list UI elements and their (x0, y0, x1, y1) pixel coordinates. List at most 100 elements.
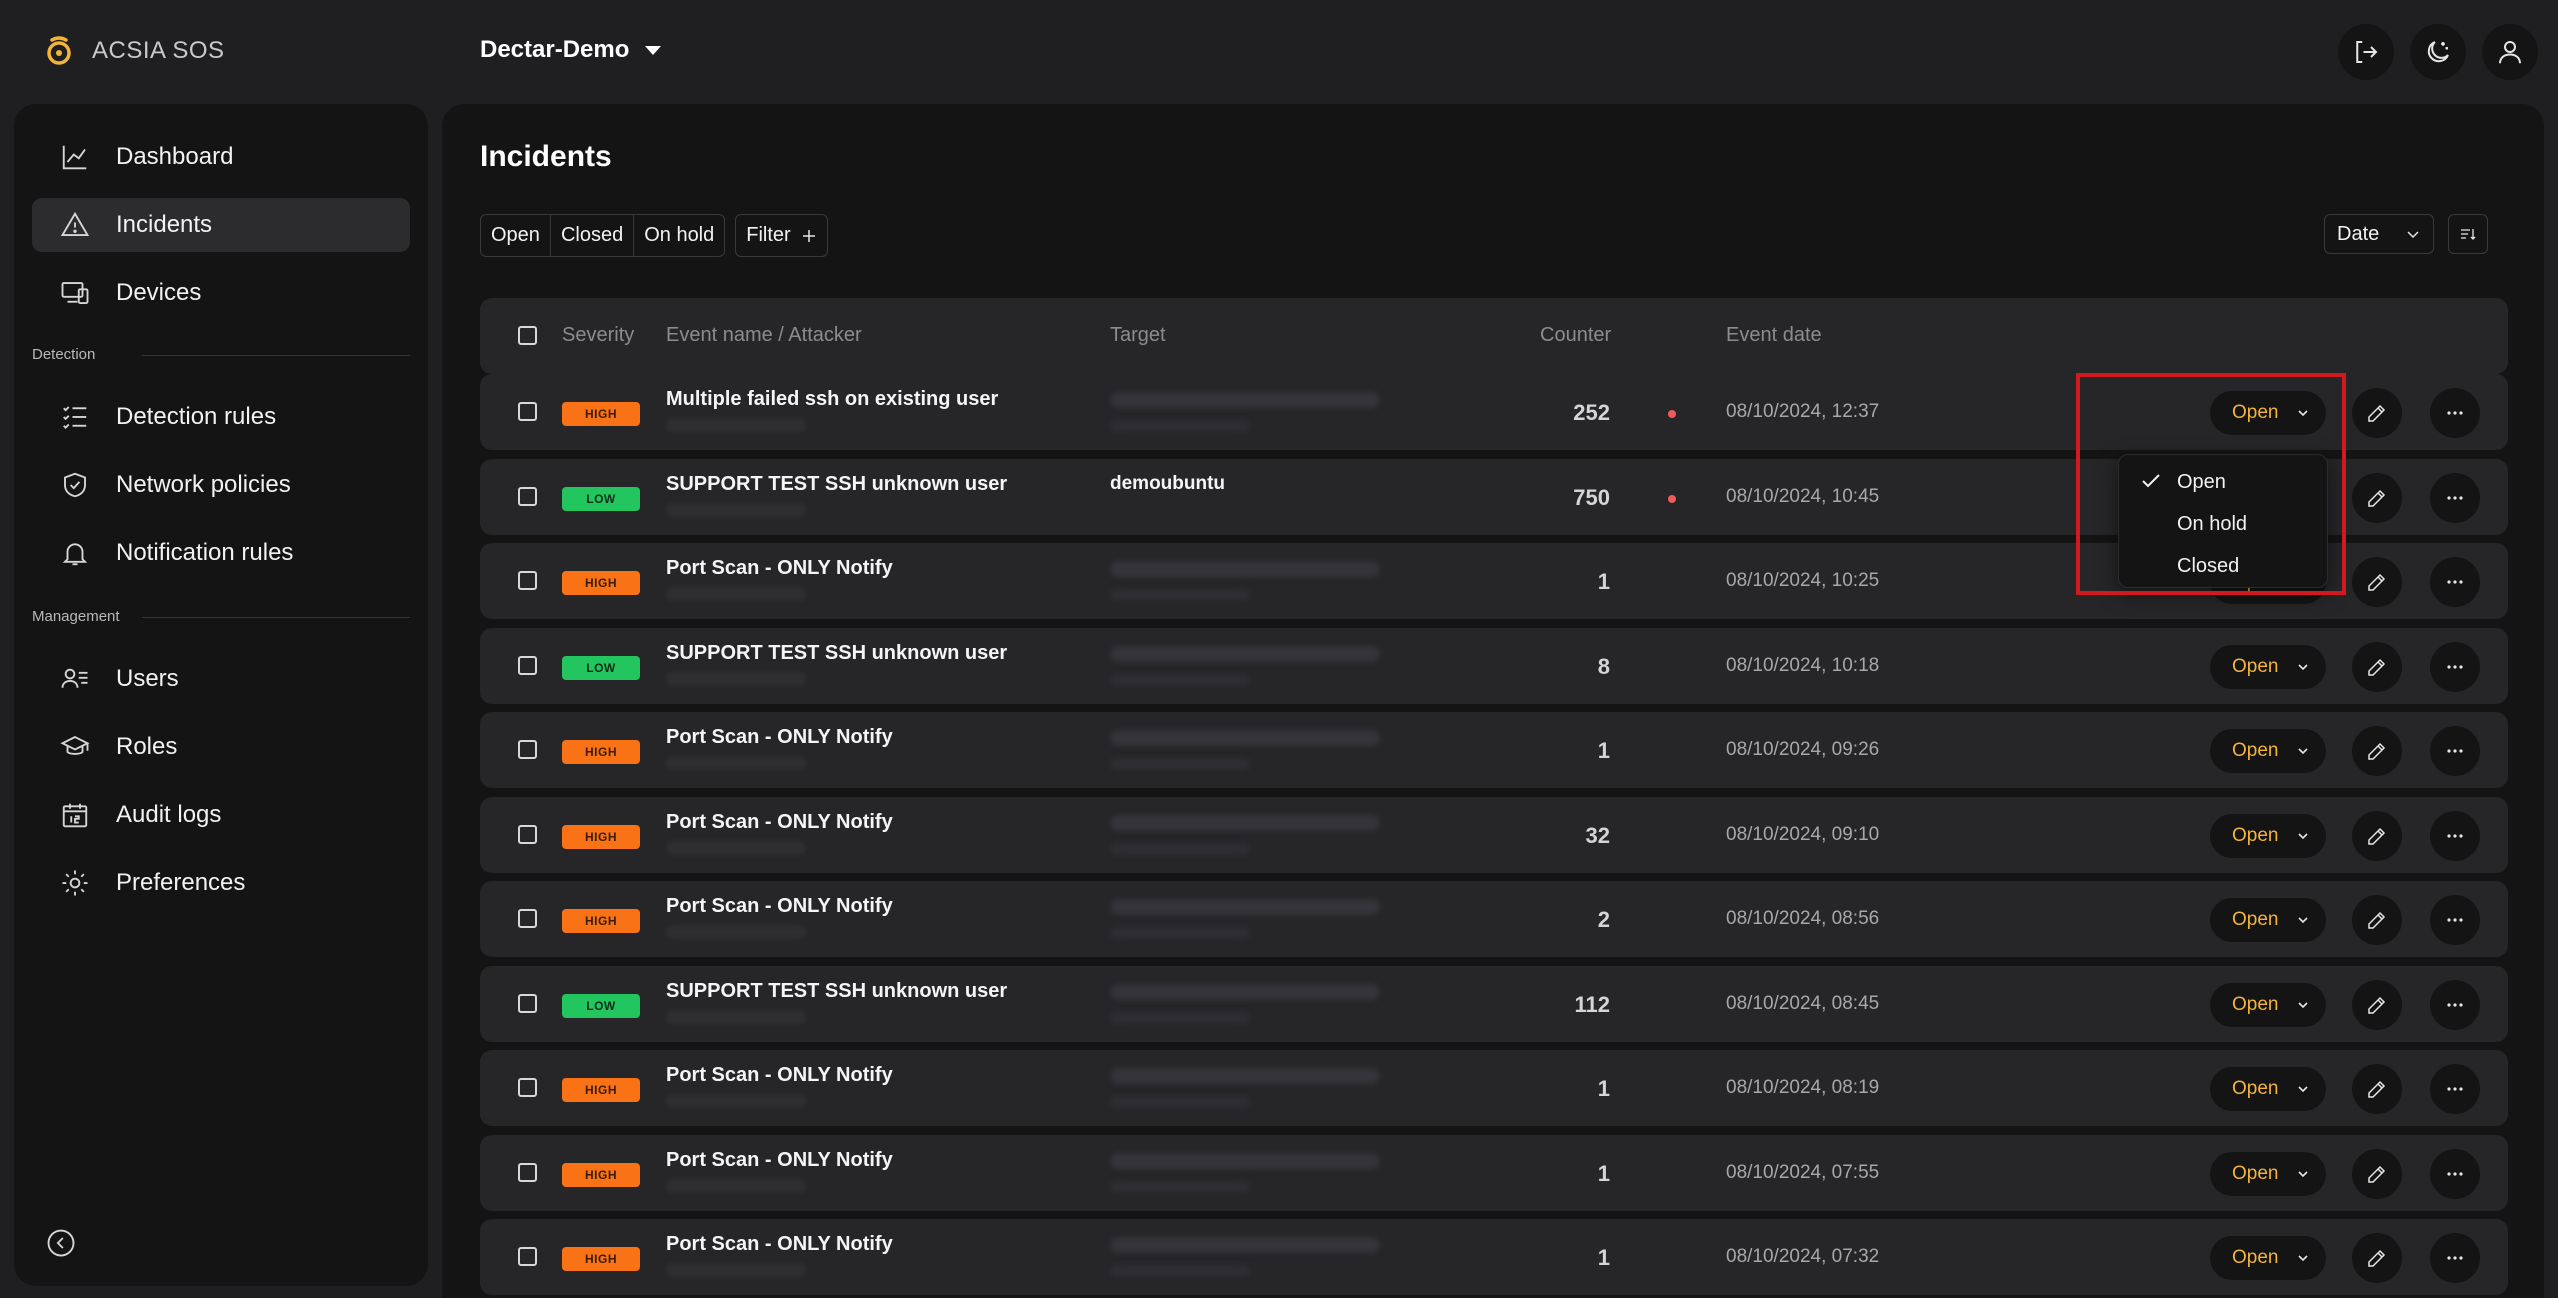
target-redacted (1110, 1068, 1380, 1084)
row-checkbox[interactable] (518, 824, 537, 844)
more-actions-button[interactable] (2430, 810, 2480, 861)
column-severity[interactable]: Severity (562, 324, 634, 347)
chevron-down-icon (2298, 748, 2308, 755)
edit-button[interactable] (2352, 1148, 2402, 1199)
sidebar-item-preferences[interactable]: Preferences (32, 856, 410, 910)
severity-badge: HIGH (562, 402, 640, 426)
sidebar-item-audit-logs[interactable]: Audit logs (32, 788, 410, 842)
sort-label: Date (2337, 222, 2380, 245)
table-row[interactable]: HIGH Port Scan - ONLY Notify 1 08/10/202… (480, 712, 2508, 788)
more-actions-button[interactable] (2430, 1148, 2480, 1199)
collapse-sidebar-icon[interactable] (46, 1228, 76, 1258)
edit-button[interactable] (2352, 979, 2402, 1030)
status-select[interactable]: Open (2210, 644, 2326, 689)
ellipsis-icon (2447, 749, 2463, 753)
more-actions-button[interactable] (2430, 641, 2480, 692)
tab-on-hold[interactable]: On hold (634, 215, 724, 256)
edit-button[interactable] (2352, 810, 2402, 861)
event-counter: 1 (1597, 738, 1610, 763)
filter-button[interactable]: Filter (735, 214, 828, 257)
row-checkbox[interactable] (518, 402, 537, 421)
edit-button[interactable] (2352, 472, 2402, 523)
table-row[interactable]: HIGH Port Scan - ONLY Notify 1 08/10/202… (480, 1134, 2508, 1211)
column-target[interactable]: Target (1110, 324, 1166, 347)
sidebar-item-devices[interactable]: Devices (32, 266, 410, 320)
edit-button[interactable] (2352, 641, 2402, 692)
status-select[interactable]: Open (2210, 1236, 2326, 1280)
status-select[interactable]: Open (2210, 898, 2326, 942)
edit-button[interactable] (2352, 726, 2402, 776)
event-name: Port Scan - ONLY Notify (666, 895, 893, 917)
table-row[interactable]: HIGH Port Scan - ONLY Notify 1 08/10/202… (480, 1219, 2508, 1295)
row-checkbox[interactable] (518, 909, 537, 928)
sidebar-item-dashboard[interactable]: Dashboard (32, 130, 410, 184)
more-actions-button[interactable] (2430, 1064, 2480, 1114)
row-checkbox[interactable] (518, 1078, 537, 1097)
more-actions-button[interactable] (2430, 388, 2480, 438)
tab-closed[interactable]: Closed (551, 215, 635, 256)
more-actions-button[interactable] (2430, 472, 2480, 523)
status-label: Open (2232, 655, 2279, 677)
acsia-logo-icon (47, 36, 71, 65)
attacker-redacted (666, 418, 806, 432)
edit-button[interactable] (2352, 557, 2402, 607)
sidebar-item-roles[interactable]: Roles (32, 720, 410, 774)
row-checkbox[interactable] (518, 1247, 537, 1266)
edit-button[interactable] (2352, 388, 2402, 438)
event-name: Port Scan - ONLY Notify (666, 1233, 893, 1255)
column-counter[interactable]: Counter (1540, 324, 1611, 347)
row-checkbox[interactable] (518, 1162, 537, 1182)
table-row[interactable]: LOW SUPPORT TEST SSH unknown user 112 08… (480, 965, 2508, 1042)
select-all-checkbox[interactable] (518, 326, 537, 345)
table-row[interactable]: HIGH Port Scan - ONLY Notify 2 08/10/202… (480, 881, 2508, 957)
row-checkbox[interactable] (518, 571, 537, 590)
edit-button[interactable] (2352, 895, 2402, 945)
status-select[interactable]: Open (2210, 1151, 2326, 1196)
more-actions-button[interactable] (2430, 726, 2480, 776)
pencil-icon (2368, 742, 2386, 760)
app-name: ACSIA SOS (92, 37, 225, 64)
more-actions-button[interactable] (2430, 557, 2480, 607)
table-row[interactable]: HIGH Port Scan - ONLY Notify 32 08/10/20… (480, 796, 2508, 873)
sort-select[interactable]: Date (2324, 214, 2434, 254)
status-select[interactable]: Open (2210, 729, 2326, 773)
tab-open[interactable]: Open (481, 215, 551, 256)
row-checkbox[interactable] (518, 993, 537, 1013)
user-profile-button[interactable] (2482, 24, 2538, 80)
more-actions-button[interactable] (2430, 979, 2480, 1030)
app-logo[interactable]: ACSIA SOS (44, 34, 225, 68)
sidebar-item-network-policies[interactable]: Network policies (32, 458, 410, 512)
edit-button[interactable] (2352, 1064, 2402, 1114)
table-row[interactable]: LOW SUPPORT TEST SSH unknown user 8 08/1… (480, 627, 2508, 704)
status-select[interactable]: Open (2210, 1067, 2326, 1111)
moon-icon (2427, 41, 2449, 63)
column-event[interactable]: Event name / Attacker (666, 324, 862, 347)
status-select[interactable]: Open (2210, 982, 2326, 1027)
table-header: Severity Event name / Attacker Target Co… (480, 298, 2508, 374)
sort-direction-button[interactable] (2448, 214, 2488, 254)
org-selector[interactable]: Dectar-Demo (480, 36, 662, 64)
sidebar-item-detection-rules[interactable]: Detection rules (32, 390, 410, 444)
logout-button[interactable] (2338, 24, 2394, 80)
row-checkbox[interactable] (518, 655, 537, 675)
table-row[interactable]: HIGH Port Scan - ONLY Notify 1 08/10/202… (480, 1050, 2508, 1126)
theme-toggle-button[interactable] (2410, 24, 2466, 80)
status-select[interactable]: Open (2210, 813, 2326, 858)
ellipsis-icon (2447, 1256, 2463, 1260)
more-actions-button[interactable] (2430, 1233, 2480, 1283)
sidebar-item-label: Dashboard (116, 143, 234, 170)
target-redacted (1110, 1152, 1380, 1169)
event-date: 08/10/2024, 08:45 (1726, 992, 1880, 1014)
sidebar-item-incidents[interactable]: Incidents (32, 198, 410, 252)
edit-button[interactable] (2352, 1233, 2402, 1283)
more-actions-button[interactable] (2430, 895, 2480, 945)
row-checkbox[interactable] (518, 740, 537, 759)
ellipsis-icon (2447, 664, 2463, 669)
column-event-date[interactable]: Event date (1726, 324, 1822, 347)
event-date: 08/10/2024, 10:45 (1726, 485, 1880, 507)
row-checkbox[interactable] (518, 486, 537, 506)
sidebar-item-notification-rules[interactable]: Notification rules (32, 526, 410, 580)
event-counter: 1 (1597, 1076, 1610, 1101)
sidebar-item-users[interactable]: Users (32, 652, 410, 706)
alert-dot (1668, 410, 1676, 418)
